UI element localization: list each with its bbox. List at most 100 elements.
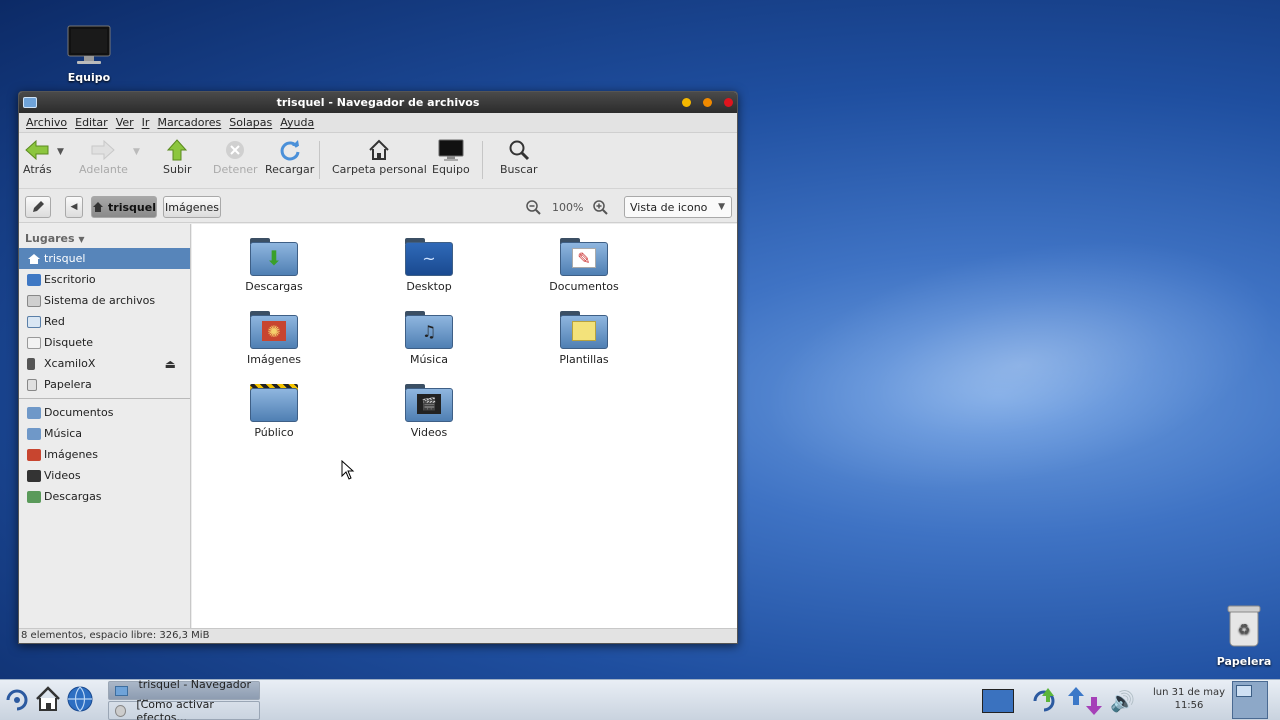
sidebar-item-red[interactable]: Red: [19, 311, 190, 332]
menu-editar[interactable]: Editar: [75, 116, 108, 129]
sidebar-item-imagenes[interactable]: Imágenes: [19, 444, 190, 465]
close-button[interactable]: [724, 98, 733, 107]
file-item-descargas[interactable]: ⬇ Descargas: [219, 238, 329, 293]
file-item-label: Imágenes: [247, 353, 301, 366]
reload-button[interactable]: Recargar: [265, 137, 314, 176]
trisquel-logo-icon: [6, 689, 28, 711]
toggle-location-button[interactable]: [25, 196, 51, 218]
titlebar[interactable]: trisquel - Navegador de archivos: [19, 92, 737, 113]
sidebar-item-xcamilox[interactable]: XcamiloX ⏏: [19, 353, 190, 374]
path-segment-label: trisquel: [108, 200, 156, 214]
arrow-up-icon: [167, 139, 188, 161]
path-segment-label: Imágenes: [165, 200, 219, 214]
sidebar-item-documentos[interactable]: Documentos: [19, 402, 190, 423]
clock-date: lun 31 de may: [1152, 687, 1225, 698]
home-label: Carpeta personal: [332, 163, 427, 176]
stop-icon: [226, 141, 245, 159]
menu-solapas[interactable]: Solapas: [229, 116, 272, 129]
path-segment-imagenes[interactable]: Imágenes: [163, 196, 221, 218]
folder-music-icon: ♫: [405, 311, 453, 349]
file-view[interactable]: ⬇ Descargas ~ Desktop ✎ Documentos ✺ Imá…: [192, 224, 737, 630]
home-icon: [93, 202, 104, 212]
harddisk-icon: [27, 294, 41, 307]
sidebar-item-descargas[interactable]: Descargas: [19, 486, 190, 507]
file-item-publico[interactable]: Público: [219, 384, 329, 439]
volume-icon[interactable]: 🔊: [1110, 689, 1135, 713]
maximize-button[interactable]: [703, 98, 712, 107]
monitor-icon: [67, 25, 111, 64]
task-label: [Como activar efectos...: [136, 697, 214, 720]
back-label: Atrás: [23, 163, 52, 176]
forward-history-dropdown[interactable]: ▼: [133, 147, 140, 157]
sidebar-item-trisquel[interactable]: trisquel: [19, 248, 190, 269]
forward-button[interactable]: Adelante: [79, 137, 128, 176]
sidebar-item-label: Descargas: [44, 490, 102, 503]
home-folder-launcher[interactable]: [34, 685, 62, 716]
file-item-documentos[interactable]: ✎ Documentos: [529, 238, 639, 293]
file-item-imagenes[interactable]: ✺ Imágenes: [219, 311, 329, 366]
menu-ver[interactable]: Ver: [116, 116, 134, 129]
sidebar-item-sistema-de-archivos[interactable]: Sistema de archivos: [19, 290, 190, 311]
stop-button[interactable]: Detener: [213, 137, 258, 176]
menu-ayuda[interactable]: Ayuda: [280, 116, 314, 129]
sidebar-item-label: Red: [44, 315, 65, 328]
menu-archivo[interactable]: Archivo: [26, 116, 67, 129]
file-item-musica[interactable]: ♫ Música: [374, 311, 484, 366]
browser-launcher[interactable]: [66, 685, 94, 716]
view-mode-label: Vista de icono: [630, 200, 708, 214]
sidebar-header-label: Lugares: [25, 232, 75, 245]
file-item-label: Descargas: [245, 280, 303, 293]
sidebar-item-videos[interactable]: Videos: [19, 465, 190, 486]
zoom-in-button[interactable]: [592, 199, 608, 218]
network-transfer-icon[interactable]: [1066, 685, 1106, 720]
home-button[interactable]: Carpeta personal: [332, 137, 427, 176]
menu-ir[interactable]: Ir: [142, 116, 150, 129]
computer-label: Equipo: [432, 163, 470, 176]
chevron-left-icon: ◀: [70, 202, 78, 212]
start-menu-button[interactable]: [2, 684, 32, 719]
back-history-dropdown[interactable]: ▼: [57, 147, 64, 157]
folder-videos-icon: 🎬: [405, 384, 453, 422]
sidebar-item-disquete[interactable]: Disquete: [19, 332, 190, 353]
search-button[interactable]: Buscar: [500, 137, 538, 176]
path-segment-trisquel[interactable]: trisquel: [91, 196, 157, 218]
sidebar-item-escritorio[interactable]: Escritorio: [19, 269, 190, 290]
eject-icon[interactable]: ⏏: [165, 357, 176, 371]
usb-drive-icon: [27, 357, 35, 370]
computer-button[interactable]: Equipo: [432, 137, 470, 176]
menu-marcadores[interactable]: Marcadores: [157, 116, 221, 129]
task-browser[interactable]: [Como activar efectos...: [108, 697, 260, 720]
folder-templates-icon: [560, 311, 608, 349]
sidebar-item-papelera[interactable]: Papelera: [19, 374, 190, 395]
globe-icon: [67, 686, 93, 712]
toolbar: Atrás ▼ Adelante ▼ Subir Detener Recarga…: [19, 133, 737, 189]
file-item-videos[interactable]: 🎬 Videos: [374, 384, 484, 439]
wallpaper-swirl: [741, 198, 1280, 532]
path-scroll-left-button[interactable]: ◀: [65, 196, 83, 218]
sidebar-item-musica[interactable]: Música: [19, 423, 190, 444]
up-button[interactable]: Subir: [163, 137, 192, 176]
update-notifier-icon[interactable]: [1028, 686, 1060, 719]
file-item-plantillas[interactable]: Plantillas: [529, 311, 639, 366]
file-item-label: Videos: [410, 426, 448, 439]
zoom-level: 100%: [552, 201, 584, 214]
desktop-icon-equipo[interactable]: Equipo: [58, 24, 120, 84]
zoom-out-button[interactable]: [525, 199, 541, 218]
back-button[interactable]: Atrás: [23, 137, 52, 176]
folder-desktop-icon: ~: [405, 238, 453, 276]
pencil-icon: [33, 201, 44, 212]
desktop-icon-papelera[interactable]: ♻ Papelera: [1214, 602, 1274, 668]
sidebar-item-label: Imágenes: [44, 448, 98, 461]
sidebar-header[interactable]: Lugares ▼: [19, 224, 190, 248]
clock[interactable]: lun 31 de may 11:56: [1150, 686, 1228, 712]
minimize-button[interactable]: [682, 98, 691, 107]
chevron-down-icon: ▼: [78, 235, 85, 244]
trash-icon: ♻: [1227, 605, 1261, 647]
folder-documents-icon: ✎: [560, 238, 608, 276]
show-desktop-button[interactable]: [1232, 681, 1268, 719]
file-item-desktop[interactable]: ~ Desktop: [374, 238, 484, 293]
home-icon: [36, 686, 60, 711]
view-mode-select[interactable]: Vista de icono ▼: [624, 196, 732, 218]
workspace-switcher-icon[interactable]: [982, 689, 1014, 713]
trash-icon: [27, 378, 37, 391]
